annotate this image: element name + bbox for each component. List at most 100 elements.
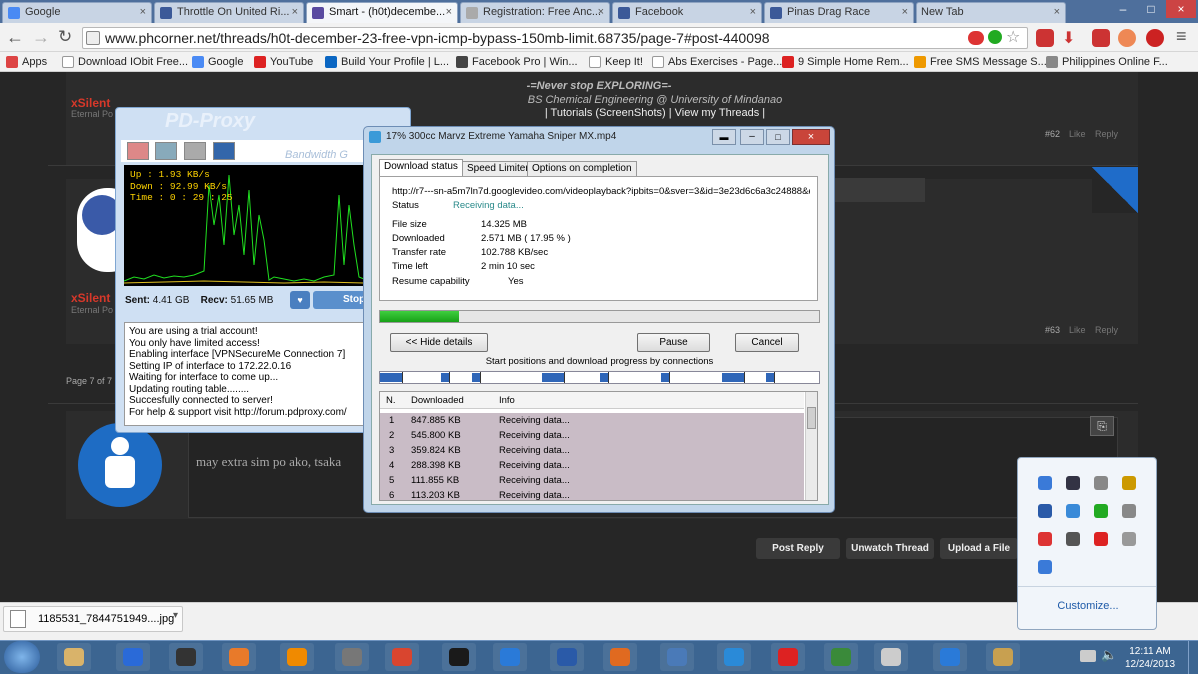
table-row[interactable]: 5 111.855 KB Receiving data...	[380, 473, 804, 488]
opera-icon[interactable]	[771, 643, 805, 671]
close-icon[interactable]: ×	[902, 3, 908, 22]
tab-speed-limiter[interactable]: Speed Limiter	[462, 161, 534, 177]
unwatch-thread-button[interactable]: Unwatch Thread	[846, 538, 934, 559]
extension-icon[interactable]	[1036, 29, 1054, 47]
clock[interactable]: 12:11 AM 12/24/2013	[1120, 645, 1180, 671]
adblock-icon[interactable]	[1146, 29, 1164, 47]
tab-download-status[interactable]: Download status	[379, 159, 463, 177]
star-icon[interactable]: ☆	[1006, 27, 1020, 47]
tray-app-icon[interactable]	[1066, 476, 1080, 490]
phone-icon[interactable]	[493, 643, 527, 671]
post-reply-button[interactable]: Post Reply	[756, 538, 840, 559]
user-icon[interactable]	[127, 142, 149, 160]
close-icon[interactable]: ×	[598, 3, 604, 22]
extension-icon[interactable]	[1118, 29, 1136, 47]
tray-app-icon[interactable]	[1094, 476, 1108, 490]
tray-app-icon[interactable]	[1038, 560, 1052, 574]
hp-icon[interactable]	[442, 643, 476, 671]
maximize-button[interactable]: □	[1138, 0, 1164, 18]
tab-options-on-completion[interactable]: Options on completion	[527, 161, 637, 177]
extension-icon[interactable]	[968, 31, 984, 45]
close-icon[interactable]: ×	[1054, 3, 1060, 22]
bookmark-sms[interactable]: Free SMS Message S...	[914, 54, 1047, 70]
post-author[interactable]: xSilent	[71, 291, 110, 305]
paint-icon[interactable]	[986, 643, 1020, 671]
table-row[interactable]: 3 359.824 KB Receiving data...	[380, 443, 804, 458]
back-icon[interactable]: ←	[6, 27, 24, 48]
cancel-button[interactable]: Cancel	[735, 333, 799, 352]
sms-icon[interactable]	[550, 643, 584, 671]
tray-app-icon[interactable]	[1122, 504, 1136, 518]
close-icon[interactable]: ×	[446, 3, 452, 22]
bookmark-keep-it[interactable]: Keep It!	[589, 54, 643, 70]
tray-app-icon[interactable]	[1122, 532, 1136, 546]
tools-icon[interactable]	[184, 142, 206, 160]
reload-icon[interactable]: ↻	[58, 27, 72, 47]
menu-icon[interactable]: ≡	[1176, 26, 1187, 47]
upload-file-button[interactable]: Upload a File	[940, 538, 1018, 559]
tray-app-icon[interactable]	[1038, 476, 1052, 490]
shield-icon[interactable]: ♥	[290, 291, 310, 309]
reply-link[interactable]: Reply	[1095, 129, 1118, 139]
download-icon[interactable]: ⬇	[1062, 28, 1075, 48]
address-bar[interactable]: www.phcorner.net/threads/h0t-december-23…	[82, 27, 1028, 49]
tab-pinas-drag-race[interactable]: Pinas Drag Race ×	[764, 2, 914, 23]
bookmark-home-rem[interactable]: 9 Simple Home Rem...	[782, 54, 909, 70]
tray-app-icon[interactable]	[1094, 532, 1108, 546]
vlc-icon[interactable]	[280, 643, 314, 671]
chevron-down-icon[interactable]: ▾	[173, 610, 178, 621]
post-number[interactable]: #62	[1045, 129, 1060, 139]
post-author[interactable]: xSilent	[71, 96, 110, 110]
bookmark-apps[interactable]: Apps	[6, 54, 47, 70]
col-downloaded[interactable]: Downloaded	[411, 392, 464, 409]
close-icon[interactable]: ×	[750, 3, 756, 22]
reply-link[interactable]: Reply	[1095, 325, 1118, 335]
dialog-close-button[interactable]: ×	[792, 129, 830, 145]
tray-app-icon[interactable]	[1066, 504, 1080, 518]
graph-icon[interactable]	[155, 142, 177, 160]
scrollbar-thumb[interactable]	[807, 407, 816, 429]
dialog-maximize-button[interactable]: □	[766, 129, 790, 145]
pause-button[interactable]: Pause	[637, 333, 710, 352]
show-desktop-button[interactable]	[1188, 641, 1198, 674]
bookmark-philippines[interactable]: Philippines Online F...	[1046, 54, 1168, 70]
start-button[interactable]	[4, 641, 40, 673]
tray-app-icon[interactable]	[1122, 476, 1136, 490]
bookmark-facebook-pro[interactable]: Facebook Pro | Win...	[456, 54, 578, 70]
bookmark-youtube[interactable]: YouTube	[254, 54, 313, 70]
game-icon[interactable]	[169, 643, 203, 671]
table-row[interactable]: 4 288.398 KB Receiving data...	[380, 458, 804, 473]
dialog-minimize-button[interactable]: –	[740, 129, 764, 145]
firefox-icon[interactable]	[603, 643, 637, 671]
close-window-button[interactable]: ×	[1166, 0, 1196, 18]
notes-icon[interactable]	[874, 643, 908, 671]
like-link[interactable]: Like	[1069, 325, 1086, 335]
table-row[interactable]: 6 113.203 KB Receiving data...	[380, 488, 804, 500]
tab-facebook[interactable]: Facebook ×	[612, 2, 762, 23]
customize-link[interactable]: Customize...	[1018, 600, 1158, 612]
check-icon[interactable]	[988, 30, 1002, 44]
tasks-icon[interactable]	[116, 643, 150, 671]
media-player-icon[interactable]	[222, 643, 256, 671]
tray-app-icon[interactable]	[1038, 504, 1052, 518]
network-icon[interactable]	[1080, 650, 1096, 662]
info-icon[interactable]	[213, 142, 235, 160]
ie-icon[interactable]	[717, 643, 751, 671]
remote-desktop-icon[interactable]	[824, 643, 858, 671]
bookmark-google[interactable]: Google	[192, 54, 243, 70]
table-row[interactable]: 1 847.885 KB Receiving data...	[380, 413, 804, 428]
tray-app-icon[interactable]	[1038, 532, 1052, 546]
table-row[interactable]: 2 545.800 KB Receiving data...	[380, 428, 804, 443]
globe-icon[interactable]	[933, 643, 967, 671]
stop-button[interactable]: Stop	[313, 291, 365, 309]
post-number[interactable]: #63	[1045, 325, 1060, 335]
explorer-icon[interactable]	[57, 643, 91, 671]
tray-app-icon[interactable]	[1066, 532, 1080, 546]
tab-throttle[interactable]: Throttle On United Ri... ×	[154, 2, 304, 23]
toggle-editor-icon[interactable]: ⎘	[1090, 416, 1114, 436]
tray-app-icon[interactable]	[1094, 504, 1108, 518]
dialog-menu-icon[interactable]: ▬	[712, 129, 736, 145]
volume-icon[interactable]: 🔈	[1101, 647, 1117, 663]
tab-registration[interactable]: Registration: Free Anc... ×	[460, 2, 610, 23]
bookmark-linkedin[interactable]: Build Your Profile | L...	[325, 54, 449, 70]
